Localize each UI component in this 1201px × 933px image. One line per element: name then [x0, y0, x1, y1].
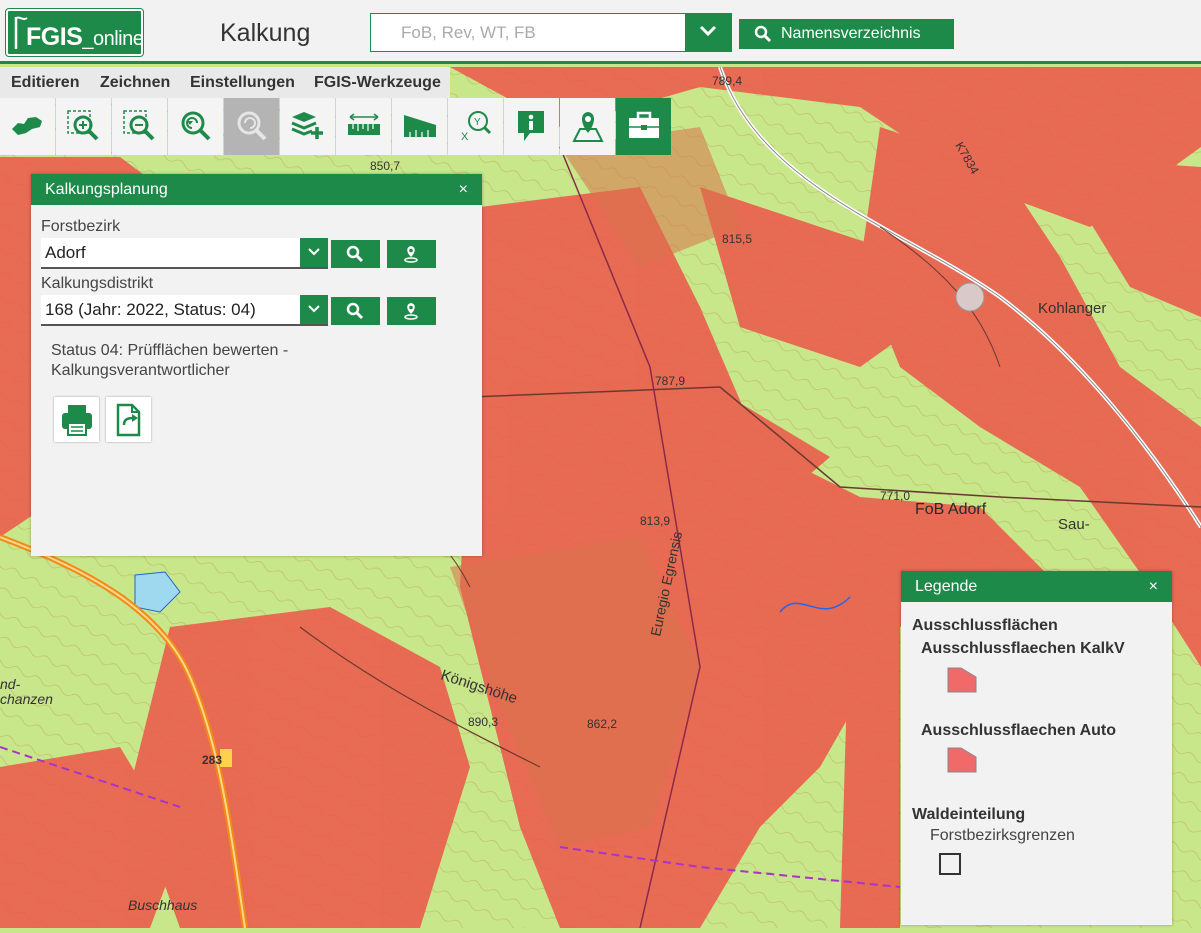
tool-map-location[interactable] [560, 98, 615, 155]
tool-zoom-previous[interactable] [168, 98, 223, 155]
map-label: 890,3 [468, 715, 498, 729]
toolbox-icon [629, 111, 659, 138]
close-icon[interactable]: × [459, 174, 468, 205]
file-export-icon [116, 403, 141, 437]
fgis-logo[interactable]: FGIS_online [5, 8, 144, 57]
map-label: Buschhaus [128, 897, 197, 913]
search-box[interactable] [370, 13, 732, 52]
search-input[interactable] [371, 14, 685, 51]
measure-distance-icon [348, 113, 380, 135]
kalkungsdistrikt-search-button[interactable] [331, 297, 380, 325]
svg-text:Y: Y [474, 117, 481, 128]
menu-editieren[interactable]: Editieren [11, 74, 79, 92]
tool-xy-coordinate[interactable]: YX [448, 98, 503, 155]
panel-header: Kalkungsplanung × [31, 174, 482, 205]
forstbezirk-label: Forstbezirk [41, 218, 121, 235]
tool-toolbox[interactable] [616, 98, 671, 155]
printer-icon [62, 405, 92, 436]
search-dropdown-button[interactable] [685, 14, 731, 51]
page-title: Kalkung [220, 19, 311, 47]
map-label: 850,7 [370, 159, 400, 173]
forstbezirk-value: Adorf [45, 243, 86, 262]
tool-zoom-next[interactable] [224, 98, 279, 155]
boundary-swatch-icon [939, 853, 961, 875]
measure-area-icon [404, 115, 436, 137]
tool-zoom-in[interactable] [56, 98, 111, 155]
forstbezirk-search-button[interactable] [331, 240, 380, 268]
status-text: Status 04: Prüfflächen bewerten - Kalkun… [51, 342, 289, 379]
legend-title: Legende [915, 578, 978, 595]
map-toolbar: YX [0, 98, 672, 155]
forstbezirk-locate-button[interactable] [387, 240, 436, 268]
saxony-map-icon [12, 117, 42, 135]
kalkungsdistrikt-value: 168 (Jahr: 2022, Status: 04) [45, 300, 256, 319]
kalkungsdistrikt-select[interactable]: 168 (Jahr: 2022, Status: 04) [41, 295, 328, 326]
forstbezirk-dropdown-button[interactable] [300, 238, 328, 267]
map-label: Kohlanger [1038, 300, 1106, 317]
menu-bar: Editieren Zeichnen Einstellungen FGIS-We… [0, 67, 450, 98]
zoom-in-rect-icon [67, 110, 99, 141]
legend-group-title: Ausschlussflächen [912, 617, 1058, 634]
menu-einstellungen[interactable]: Einstellungen [190, 74, 295, 92]
panel-title: Kalkungsplanung [45, 181, 168, 198]
search-icon [346, 302, 364, 320]
map-label: 787,9 [655, 374, 685, 388]
legend-header: Legende × [901, 571, 1172, 602]
names-index-label: Namensverzeichnis [781, 25, 921, 42]
map-label: 771,0 [880, 489, 910, 503]
legend-panel: Legende × Ausschlussflächen Ausschlussfl… [901, 571, 1172, 925]
search-icon [754, 25, 772, 43]
svg-text:X: X [461, 131, 469, 143]
logo-text: FGIS_online [26, 23, 144, 51]
map-pin-icon [404, 246, 418, 263]
polygon-swatch-icon [947, 747, 977, 773]
forstbezirk-select[interactable]: Adorf [41, 238, 328, 269]
kalkungsdistrikt-label: Kalkungsdistrikt [41, 275, 154, 292]
road-number: 283 [202, 753, 222, 767]
chevron-down-icon [699, 25, 717, 37]
legend-group-title: Waldeinteilung [912, 806, 1026, 823]
map-label: 813,9 [640, 514, 670, 528]
kalkungsdistrikt-locate-button[interactable] [387, 297, 436, 325]
legend-item-label: Ausschlussflaechen Auto [921, 722, 1117, 739]
tool-add-layers[interactable] [280, 98, 335, 155]
tool-saxony-extent[interactable] [0, 98, 55, 155]
tool-measure-distance[interactable] [336, 98, 391, 155]
legend-item-label: Forstbezirksgrenzen [930, 827, 1075, 844]
app-header: FGIS_online Kalkung Namensverzeichnis [0, 0, 1201, 64]
map-label: 862,2 [587, 717, 617, 731]
tool-measure-area[interactable] [392, 98, 447, 155]
names-index-button[interactable]: Namensverzeichnis [739, 19, 954, 49]
xy-coordinate-icon: YX [461, 111, 492, 143]
polygon-swatch-icon [947, 667, 977, 693]
chevron-down-icon [308, 248, 320, 256]
map-pin-icon [404, 303, 418, 320]
map-label: 789,4 [712, 74, 742, 88]
legend-item-label: Ausschlussflaechen KalkV [921, 640, 1125, 657]
map-label: Sau- [1058, 516, 1090, 533]
map-location-icon [572, 112, 604, 142]
zoom-next-icon [237, 111, 267, 141]
export-button[interactable] [106, 397, 151, 442]
kalkungsdistrikt-dropdown-button[interactable] [300, 295, 328, 324]
add-layers-icon [291, 112, 323, 139]
print-button[interactable] [54, 397, 99, 442]
search-icon [346, 245, 364, 263]
tool-zoom-out[interactable] [112, 98, 167, 155]
map-label: FoB Adorf [915, 501, 987, 518]
menu-fgis-werkzeuge[interactable]: FGIS-Werkzeuge [314, 74, 441, 92]
close-icon[interactable]: × [1149, 571, 1158, 602]
chevron-down-icon [308, 305, 320, 313]
map-label: chanzen [0, 691, 53, 707]
menu-zeichnen[interactable]: Zeichnen [100, 74, 170, 92]
info-icon [518, 111, 544, 141]
map-label: 815,5 [722, 232, 752, 246]
tool-info[interactable] [504, 98, 559, 155]
map-label: nd- [0, 676, 21, 692]
kalkungsplanung-panel: Kalkungsplanung × Forstbezirk Adorf Kalk… [31, 174, 482, 556]
zoom-out-rect-icon [123, 110, 155, 141]
zoom-previous-icon [181, 111, 211, 141]
